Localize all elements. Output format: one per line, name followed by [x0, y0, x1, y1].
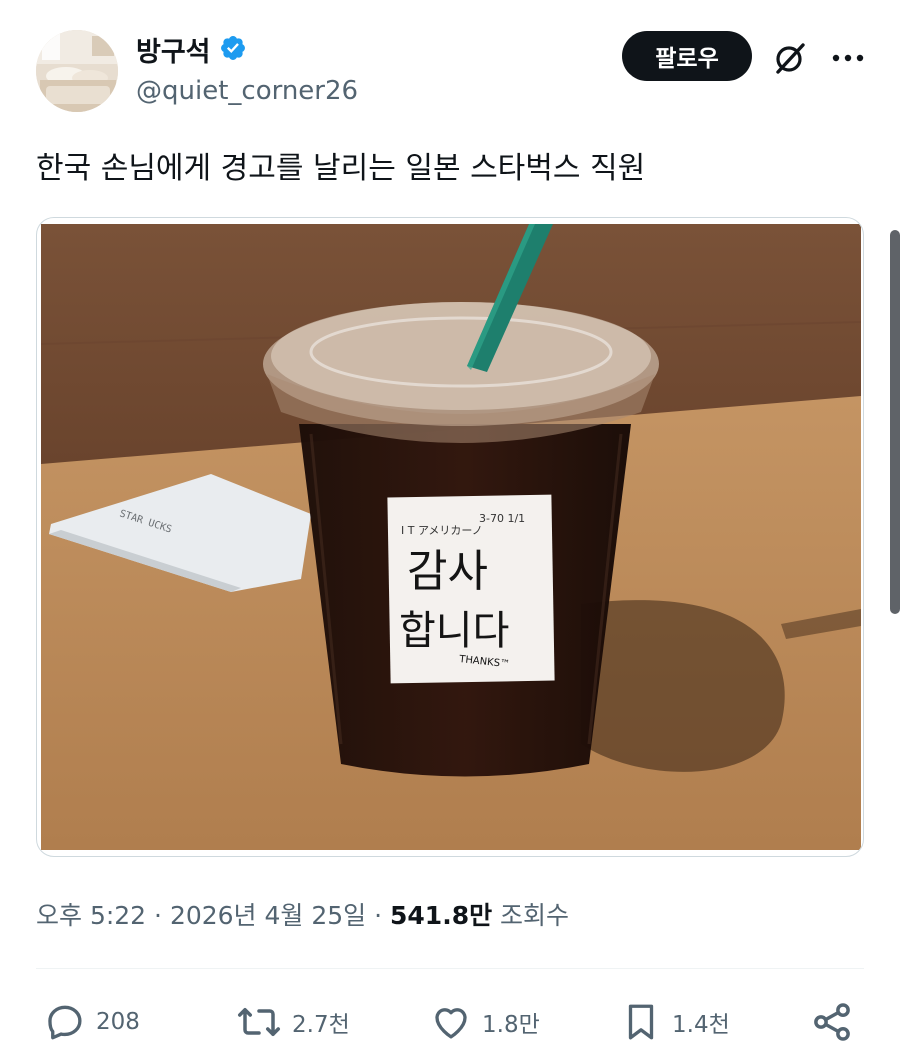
heart-icon: [435, 1008, 467, 1039]
tweet-media-image[interactable]: STAR UCKS I T アメリカーノ 3-70 1/1 감사 합니다 THA…: [36, 217, 864, 857]
author-handle[interactable]: @quiet_corner26: [136, 76, 358, 106]
retweet-count: 2.7천: [292, 1012, 350, 1038]
meta-separator: ·: [366, 901, 391, 930]
svg-text:I T アメリカーノ: I T アメリカーノ: [401, 524, 483, 537]
verified-badge-icon: [219, 34, 247, 66]
bookmark-icon: [628, 1004, 654, 1040]
svg-text:합니다: 합니다: [399, 608, 509, 654]
avatar[interactable]: [36, 30, 118, 112]
share-icon: [814, 1003, 850, 1041]
views-label: 조회수: [492, 901, 570, 930]
cup-sticker: I T アメリカーノ 3-70 1/1 감사 합니다 THANKS™: [387, 494, 555, 684]
share-button[interactable]: [810, 996, 854, 1048]
tweet-time[interactable]: 오후 5:22: [36, 901, 146, 930]
author-display-name[interactable]: 방구석: [136, 30, 211, 69]
like-count: 1.8만: [482, 1012, 540, 1038]
meta-separator: ·: [146, 901, 170, 930]
scrollbar[interactable]: [890, 230, 900, 614]
author-name-row[interactable]: 방구석: [136, 30, 247, 69]
tweet-text: 한국 손님에게 경고를 날리는 일본 스타벅스 직원: [36, 151, 646, 186]
like-button[interactable]: 1.8만: [430, 996, 540, 1048]
iced-coffee-photo: STAR UCKS I T アメリカーノ 3-70 1/1 감사 합니다 THA…: [41, 224, 861, 850]
follow-button[interactable]: 팔로우: [622, 31, 752, 81]
tweet-meta: 오후 5:22 · 2026년 4월 25일 · 541.8만 조회수: [36, 896, 569, 932]
more-dots-icon[interactable]: [826, 36, 870, 80]
divider: [36, 968, 864, 969]
bookmark-count: 1.4천: [672, 1012, 730, 1038]
svg-text:감사: 감사: [407, 546, 488, 597]
svg-text:3-70 1/1: 3-70 1/1: [479, 512, 525, 525]
retweet-icon: [238, 1008, 280, 1036]
reply-button[interactable]: 208: [44, 996, 140, 1048]
grok-slash-icon[interactable]: [768, 36, 812, 80]
avatar-image: [36, 30, 118, 112]
tweet-date[interactable]: 2026년 4월 25일: [170, 901, 366, 930]
views-count: 541.8만: [390, 901, 493, 930]
reply-icon: [48, 1005, 82, 1040]
action-bar: 208 2.7천 1.8만 1.4천: [0, 996, 900, 1048]
bookmark-button[interactable]: 1.4천: [620, 996, 730, 1048]
reply-count: 208: [96, 1009, 140, 1035]
retweet-button[interactable]: 2.7천: [236, 996, 350, 1048]
